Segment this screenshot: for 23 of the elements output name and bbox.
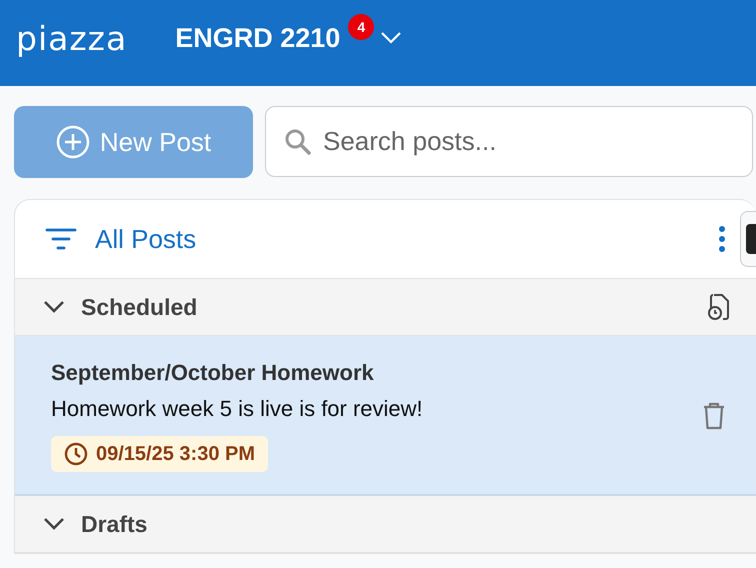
post-item[interactable]: September/October Homework Homework week 5 is live is for review! 09/15/25 3:30 PM: [15, 336, 756, 496]
more-options-icon[interactable]: [718, 225, 726, 253]
piazza-logo[interactable]: piazza: [16, 18, 128, 58]
filter-icon[interactable]: [45, 227, 77, 251]
search-field[interactable]: Search posts...: [265, 106, 753, 177]
section-header[interactable]: Drafts: [15, 496, 756, 553]
scheduled-document-icon[interactable]: [706, 293, 730, 321]
course-title[interactable]: ENGRD 2210: [175, 22, 340, 54]
chevron-down-icon[interactable]: [380, 31, 402, 45]
new-post-button[interactable]: New Post: [14, 106, 253, 178]
search-icon: [284, 128, 312, 156]
plus-circle-icon: [56, 125, 90, 159]
scheduled-time-tag: 09/15/25 3:30 PM: [51, 436, 268, 472]
trash-icon[interactable]: [702, 401, 726, 431]
chevron-icon[interactable]: [43, 517, 65, 531]
side-handle[interactable]: [740, 211, 756, 267]
post-title: September/October Homework: [51, 360, 374, 386]
notification-badge: 4: [348, 14, 374, 40]
clock-icon: [64, 442, 88, 466]
post-summary: Homework week 5 is live is for review!: [51, 396, 423, 422]
section-header[interactable]: Scheduled: [15, 279, 756, 336]
chevron-icon[interactable]: [43, 300, 65, 314]
filter-label[interactable]: All Posts: [95, 224, 700, 254]
